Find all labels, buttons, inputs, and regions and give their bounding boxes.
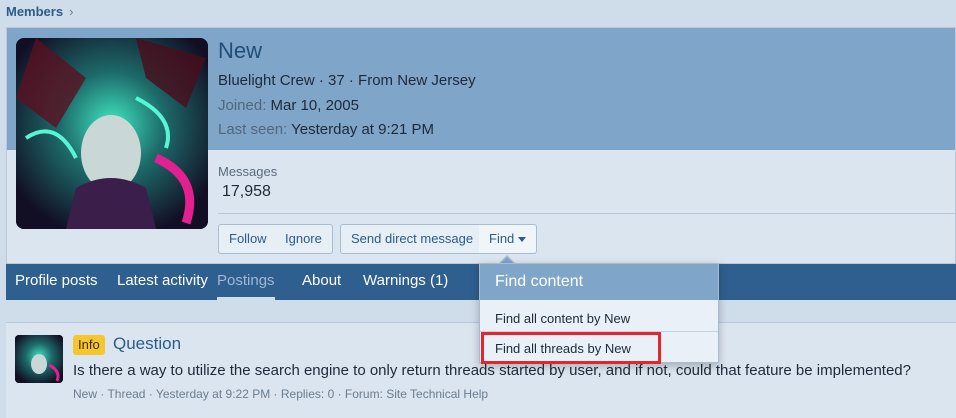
- highlight-box: [481, 332, 661, 364]
- tab-postings[interactable]: Postings: [217, 264, 275, 300]
- tab-about[interactable]: About: [302, 264, 341, 300]
- find-button-label: Find: [489, 231, 515, 246]
- follow-button[interactable]: Follow: [218, 224, 278, 254]
- messages-value[interactable]: 17,958: [222, 183, 271, 201]
- info-badge: Info: [73, 335, 105, 355]
- tab-latest-activity[interactable]: Latest activity: [117, 264, 208, 300]
- profile-card: New Bluelight Crew · 37 · From New Jerse…: [6, 27, 956, 264]
- find-button[interactable]: Find: [479, 224, 538, 254]
- profile-username: New: [218, 38, 263, 63]
- post-avatar-image: [15, 335, 63, 383]
- avatar-image: [16, 38, 208, 229]
- find-content-menu-header: Find content: [480, 264, 718, 300]
- caret-down-icon: [518, 237, 527, 243]
- profile-last-seen: Last seen: Yesterday at 9:21 PM: [218, 121, 434, 138]
- profile-joined: Joined: Mar 10, 2005: [218, 97, 359, 114]
- tab-profile-posts[interactable]: Profile posts: [15, 264, 98, 300]
- profile-subtitle: Bluelight Crew · 37 · From New Jersey: [218, 72, 476, 89]
- post-meta: New · Thread · Yesterday at 9:22 PM · Re…: [73, 387, 489, 401]
- menu-item-find-all-content[interactable]: Find all content by New: [495, 311, 630, 326]
- post-title-link[interactable]: Question: [113, 334, 181, 354]
- send-direct-message-button[interactable]: Send direct message: [340, 224, 485, 254]
- profile-divider: [218, 213, 956, 214]
- last-seen-value: Yesterday at 9:21 PM: [291, 121, 434, 138]
- joined-value: Mar 10, 2005: [270, 97, 359, 114]
- ignore-button[interactable]: Ignore: [275, 224, 333, 254]
- tab-warnings[interactable]: Warnings (1): [363, 264, 448, 300]
- breadcrumb[interactable]: Members ›: [6, 4, 73, 19]
- post-avatar[interactable]: [15, 335, 63, 383]
- last-seen-label: Last seen:: [218, 121, 288, 138]
- chevron-right-icon: ›: [69, 4, 74, 19]
- breadcrumb-members-link[interactable]: Members: [6, 4, 63, 19]
- avatar[interactable]: [16, 38, 208, 229]
- post-snippet[interactable]: Is there a way to utilize the search eng…: [73, 362, 911, 379]
- joined-label: Joined:: [218, 97, 267, 114]
- messages-label: Messages: [218, 164, 278, 179]
